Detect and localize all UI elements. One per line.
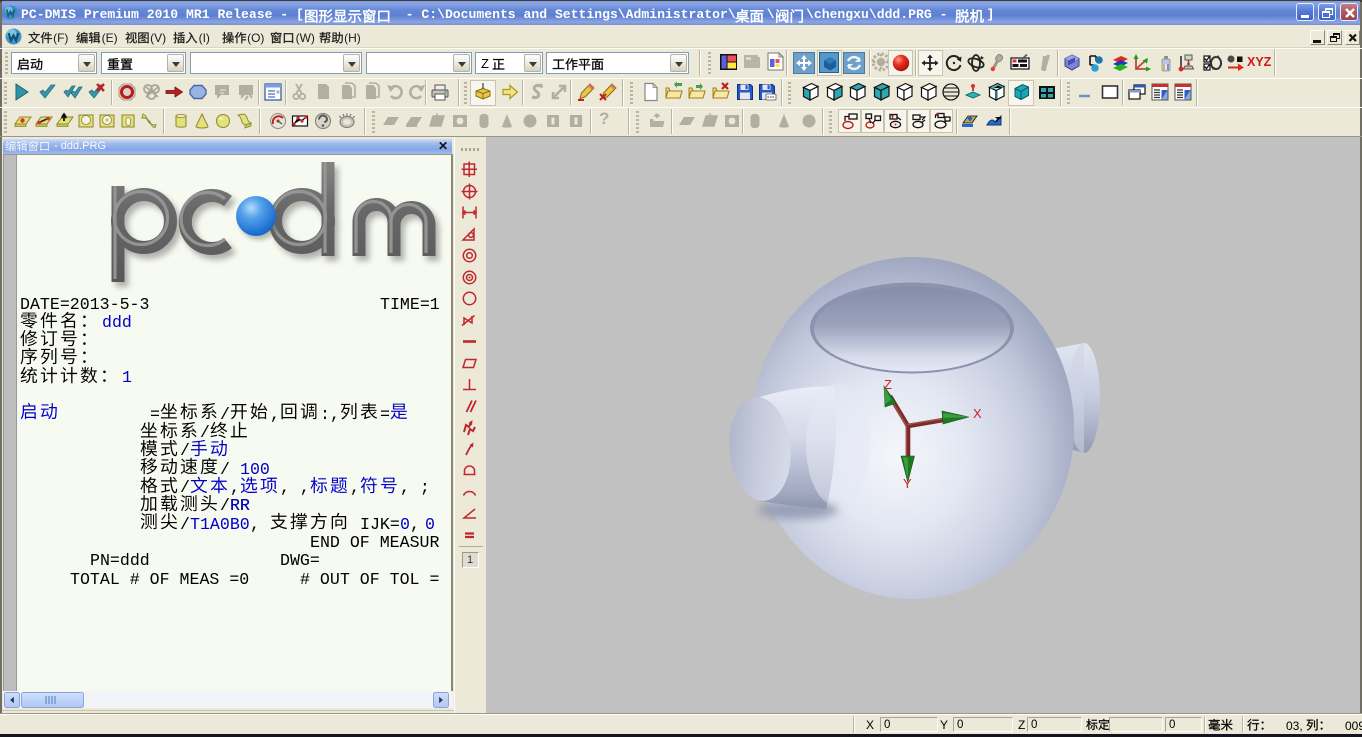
svg-text:Z: Z — [884, 377, 892, 392]
svg-text:X: X — [973, 406, 982, 421]
svg-text:Y: Y — [903, 476, 912, 491]
